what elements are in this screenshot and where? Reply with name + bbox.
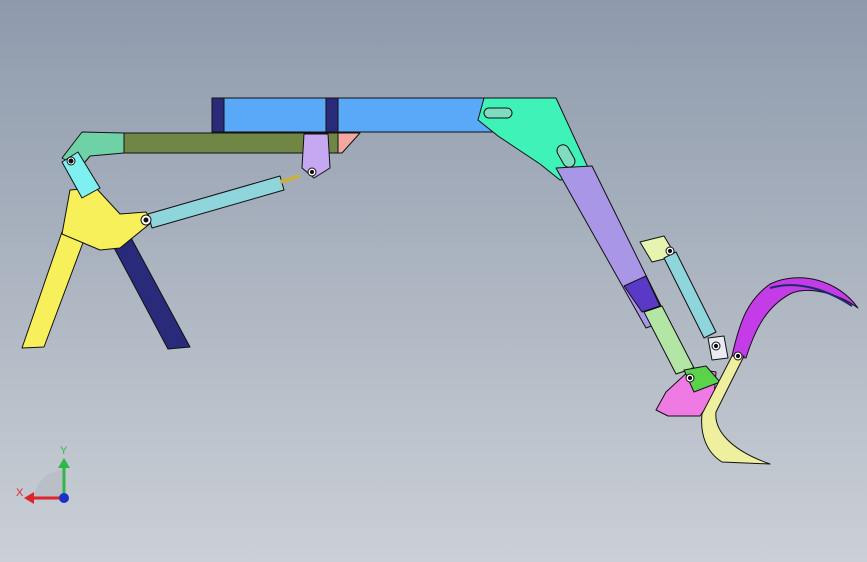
cylinder-pin-center-icon	[143, 217, 149, 223]
model-canvas[interactable]: Y X	[0, 0, 867, 562]
z-axis-icon	[59, 493, 69, 503]
beam-clamp-right[interactable]	[325, 97, 339, 133]
bucket-cyl-pin-center-icon	[667, 248, 673, 254]
bucket-hinge-pin-center-icon	[687, 375, 693, 381]
pivot-pin-center-icon	[68, 158, 74, 164]
cad-viewport[interactable]: Y X	[0, 0, 867, 562]
bucket-link-pin-center-icon	[713, 343, 719, 349]
viewport-background	[0, 0, 867, 562]
y-axis-label: Y	[60, 445, 68, 457]
beam-clamp-left[interactable]	[211, 97, 225, 133]
clevis-pin-center-icon	[309, 169, 315, 175]
tine-pin-center-icon	[735, 353, 741, 359]
main-beam[interactable]	[211, 97, 513, 133]
boom-slot-top	[483, 107, 513, 119]
x-axis-label: X	[16, 487, 24, 499]
